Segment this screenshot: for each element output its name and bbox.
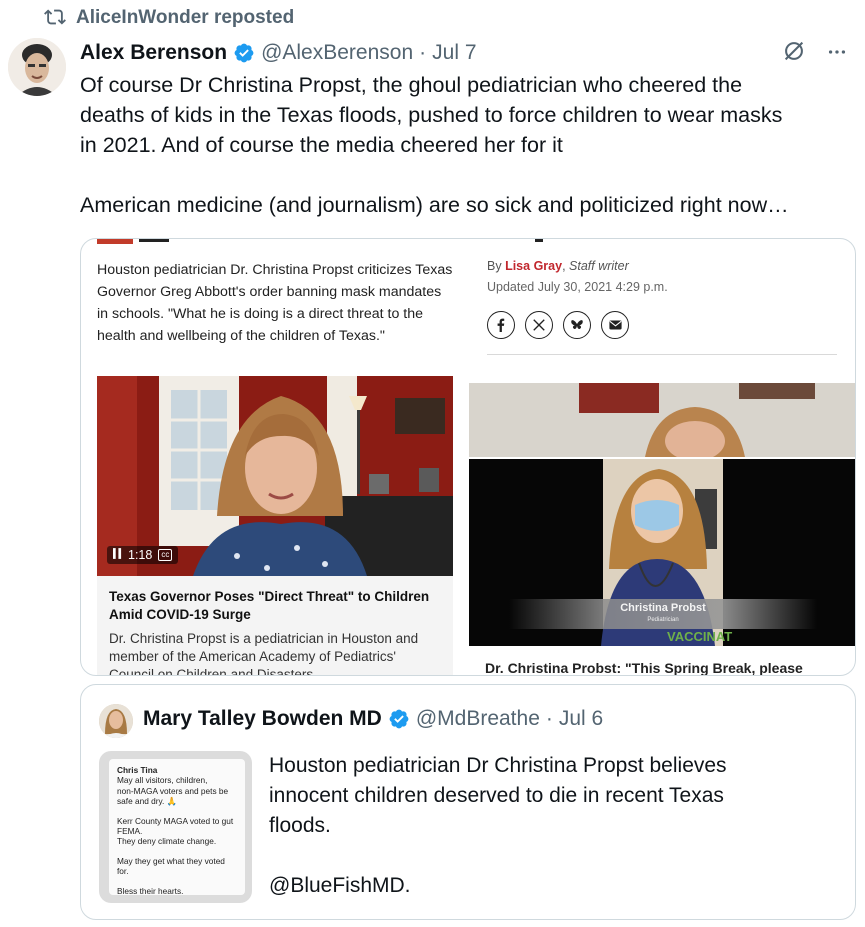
video-still: VACCINAT Christina Probst Pediatrician [469, 459, 855, 646]
quoted-author-row: Mary Talley Bowden MD @MdBreathe · Jul 6 [143, 707, 603, 731]
note-line: May they get what they voted for. [117, 855, 225, 877]
note-line: FEMA. [117, 826, 143, 837]
note-line: Bless their hearts. [117, 885, 184, 896]
post-author-row: Alex Berenson @AlexBerenson · Jul 7 [80, 38, 851, 68]
quoted-post-text: Houston pediatrician Dr Christina Propst… [269, 751, 829, 901]
media-right-panel: By Lisa Gray, Staff writer Updated July … [469, 239, 855, 676]
quoted-post-image[interactable]: Chris Tina May all visitors, children, n… [99, 751, 252, 903]
quoted-author-avatar[interactable] [99, 704, 133, 738]
quoted-text-line: innocent children deserved to die in rec… [269, 784, 724, 807]
logo-fragment [97, 239, 133, 244]
author-name[interactable]: Alex Berenson [80, 41, 227, 65]
logo-fragment [139, 239, 169, 242]
note-line: Kerr County MAGA voted to gut [117, 815, 234, 826]
logo-fragment [535, 239, 543, 242]
facebook-icon [487, 311, 515, 339]
video-thumbnail[interactable]: 1:18 cc [97, 376, 453, 576]
post-media-image[interactable]: Houston pediatrician Dr. Christina Props… [80, 238, 856, 676]
author-handle[interactable]: @AlexBerenson [261, 41, 413, 65]
email-icon [601, 311, 629, 339]
note-title: Chris Tina [117, 765, 158, 775]
video-still-top [469, 383, 855, 457]
article-byline: By Lisa Gray, Staff writer [487, 259, 629, 273]
quoted-text-line: floods. [269, 814, 331, 837]
repost-icon [44, 6, 68, 30]
article-updated: Updated July 30, 2021 4:29 p.m. [487, 280, 668, 294]
svg-text:VACCINAT: VACCINAT [667, 629, 732, 644]
byline-author: Lisa Gray [505, 259, 563, 273]
separator-dot: · [419, 41, 427, 64]
video-time: 1:18 [128, 548, 153, 562]
post-text-line: deaths of kids in the Texas floods, push… [80, 103, 783, 127]
grok-icon[interactable] [781, 38, 809, 66]
more-icon[interactable] [823, 38, 851, 66]
post-text-line: American medicine (and journalism) are s… [80, 193, 789, 217]
quoted-post-date[interactable]: Jul 6 [559, 707, 603, 731]
pause-icon[interactable] [113, 548, 122, 562]
nameplate-name: Christina Probst [620, 602, 706, 614]
video-headline: Dr. Christina Probst: "This Spring Break… [485, 660, 803, 676]
screenshot-note: Chris Tina May all visitors, children, n… [109, 759, 245, 896]
verified-badge-icon [388, 708, 410, 730]
quoted-author-handle[interactable]: @MdBreathe [416, 707, 540, 731]
bluesky-icon [563, 311, 591, 339]
note-line: They deny climate change. [117, 836, 217, 847]
post-text-line: in 2021. And of course the media cheered… [80, 133, 563, 157]
x-icon [525, 311, 553, 339]
video-description: Dr. Christina Propst is a pediatrician i… [109, 631, 419, 676]
separator-dot: · [545, 707, 553, 730]
video-controls[interactable]: 1:18 cc [107, 546, 179, 564]
video-nameplate: Christina Probst Pediatrician [509, 599, 817, 629]
post-actions [781, 38, 851, 66]
media-blurb: Houston pediatrician Dr. Christina Props… [97, 262, 453, 344]
note-line: May all visitors, children, [117, 775, 208, 786]
nameplate-role: Pediatrician [647, 617, 679, 623]
note-line: safe and dry. 🙏 [117, 796, 177, 807]
divider [487, 354, 837, 355]
verified-badge-icon [233, 42, 255, 64]
closed-captions-icon[interactable]: cc [158, 549, 173, 561]
quoted-author-name[interactable]: Mary Talley Bowden MD [143, 707, 382, 731]
post-date[interactable]: Jul 7 [432, 41, 476, 65]
post-text: Of course Dr Christina Propst, the ghoul… [80, 70, 850, 220]
repost-header[interactable]: AliceInWonder reposted [44, 6, 294, 30]
video-title: Texas Governor Poses "Direct Threat" to … [109, 589, 430, 622]
note-line: non-MAGA voters and pets be [117, 785, 229, 796]
byline-prefix: By [487, 259, 502, 273]
quoted-text-line: Houston pediatrician Dr Christina Propst… [269, 754, 727, 777]
quoted-post[interactable]: Mary Talley Bowden MD @MdBreathe · Jul 6… [80, 684, 856, 920]
media-left-panel: Houston pediatrician Dr. Christina Props… [97, 239, 453, 676]
author-avatar[interactable] [8, 38, 66, 96]
repost-label: AliceInWonder reposted [76, 7, 295, 28]
byline-role: Staff writer [569, 259, 629, 273]
video-caption: Texas Governor Poses "Direct Threat" to … [97, 576, 453, 676]
mention-link[interactable]: @BlueFishMD. [269, 871, 829, 901]
post-text-line: Of course Dr Christina Propst, the ghoul… [80, 73, 743, 97]
share-icons [487, 311, 629, 339]
